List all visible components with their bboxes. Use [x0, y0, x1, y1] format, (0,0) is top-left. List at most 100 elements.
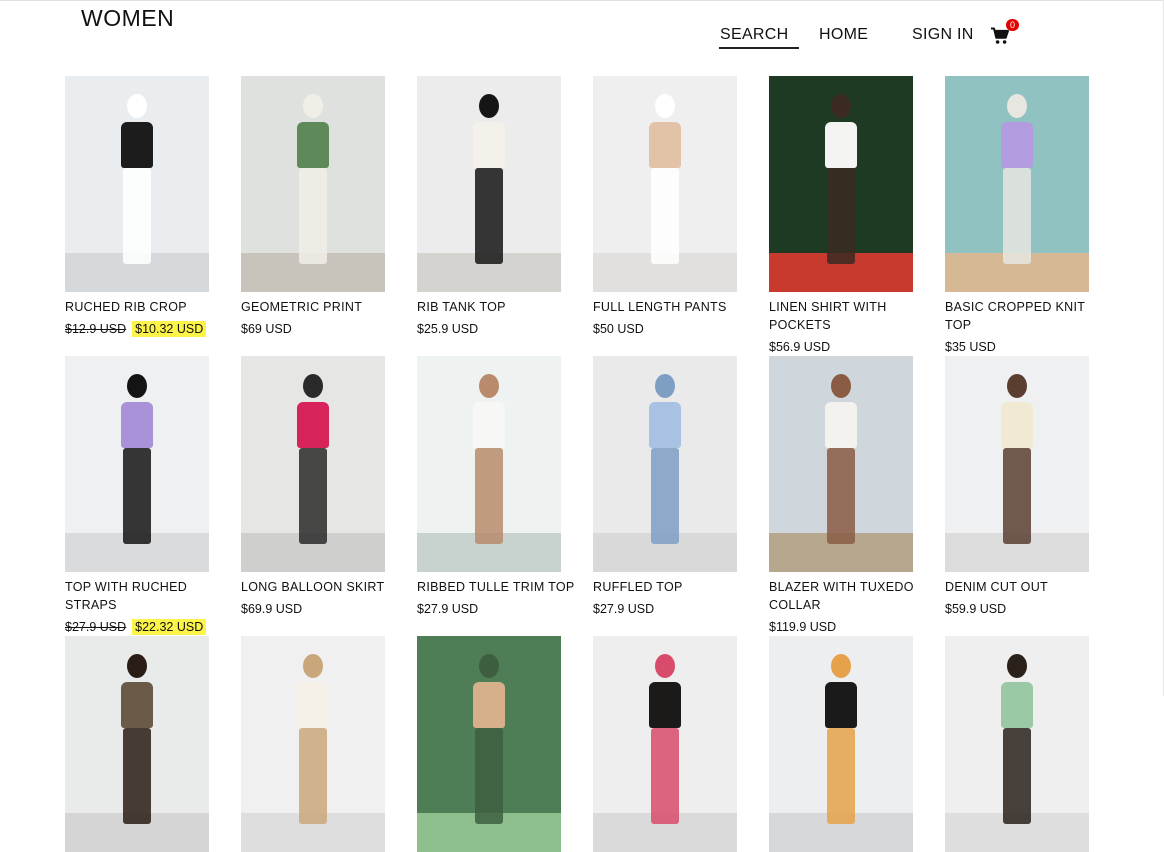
product-card[interactable]: RIB TANK TOP $25.9 USD — [417, 76, 587, 338]
model-head — [831, 374, 851, 398]
product-name[interactable]: RUFFLED TOP — [593, 578, 753, 596]
product-image[interactable] — [769, 636, 913, 852]
search-underline — [719, 47, 799, 49]
model-bottom — [827, 168, 855, 264]
product-card[interactable] — [417, 636, 587, 852]
product-card[interactable]: RUCHED RIB CROP $12.9 USD $10.32 USD — [65, 76, 235, 338]
product-price: $27.9 USD — [593, 602, 655, 616]
model-head — [479, 94, 499, 118]
model-head — [831, 654, 851, 678]
product-card[interactable]: RIBBED TULLE TRIM TOP $27.9 USD — [417, 356, 587, 618]
product-image[interactable] — [593, 76, 737, 292]
cart-count-badge: 0 — [1006, 19, 1019, 31]
product-image[interactable] — [945, 76, 1089, 292]
product-price-row: $25.9 USD — [417, 320, 587, 338]
brand-title[interactable]: WOMEN — [81, 5, 174, 32]
sale-price: $22.32 USD — [132, 619, 207, 635]
product-price: $35 USD — [945, 340, 996, 354]
model-bottom — [475, 448, 503, 544]
product-price: $50 USD — [593, 322, 644, 336]
model-bottom — [123, 168, 151, 264]
model-bottom — [651, 448, 679, 544]
product-card[interactable] — [945, 636, 1115, 852]
model-head — [303, 654, 323, 678]
nav-sign-in-link[interactable]: SIGN IN — [912, 26, 974, 44]
model-bottom — [299, 728, 327, 824]
product-name[interactable]: LONG BALLOON SKIRT — [241, 578, 401, 596]
model-top — [825, 122, 857, 168]
model-bottom — [651, 168, 679, 264]
product-card[interactable] — [241, 636, 411, 852]
product-image[interactable] — [417, 636, 561, 852]
model-top — [121, 682, 153, 728]
product-image[interactable] — [593, 356, 737, 572]
product-name[interactable]: GEOMETRIC PRINT — [241, 298, 401, 316]
model-top — [1001, 682, 1033, 728]
product-price: $27.9 USD — [417, 602, 479, 616]
product-price-row: $59.9 USD — [945, 600, 1115, 618]
nav-search-link[interactable]: SEARCH — [720, 26, 788, 44]
model-bottom — [475, 168, 503, 264]
product-image[interactable] — [417, 76, 561, 292]
product-name[interactable]: LINEN SHIRT WITH POCKETS — [769, 298, 929, 334]
product-name[interactable]: BLAZER WITH TUXEDO COLLAR — [769, 578, 929, 614]
product-image[interactable] — [65, 356, 209, 572]
model-bottom — [827, 728, 855, 824]
product-card[interactable] — [65, 636, 235, 852]
cart-icon — [991, 27, 1009, 44]
product-name[interactable]: RIB TANK TOP — [417, 298, 577, 316]
product-card[interactable]: FULL LENGTH PANTS $50 USD — [593, 76, 763, 338]
product-image[interactable] — [241, 356, 385, 572]
product-image[interactable] — [769, 356, 913, 572]
product-image[interactable] — [65, 76, 209, 292]
product-card[interactable] — [769, 636, 939, 852]
product-card[interactable]: RUFFLED TOP $27.9 USD — [593, 356, 763, 618]
product-image[interactable] — [593, 636, 737, 852]
model-head — [303, 374, 323, 398]
product-card[interactable]: GEOMETRIC PRINT $69 USD — [241, 76, 411, 338]
model-head — [831, 94, 851, 118]
product-card[interactable]: BASIC CROPPED KNIT TOP $35 USD — [945, 76, 1115, 356]
model-top — [649, 682, 681, 728]
product-image[interactable] — [945, 356, 1089, 572]
product-price: $25.9 USD — [417, 322, 479, 336]
model-top — [825, 402, 857, 448]
model-head — [1007, 94, 1027, 118]
product-price-row: $35 USD — [945, 338, 1115, 356]
product-card[interactable]: LONG BALLOON SKIRT $69.9 USD — [241, 356, 411, 618]
product-price: $119.9 USD — [769, 620, 837, 634]
model-bottom — [827, 448, 855, 544]
product-name[interactable]: DENIM CUT OUT — [945, 578, 1105, 596]
product-card[interactable]: DENIM CUT OUT $59.9 USD — [945, 356, 1115, 618]
product-card[interactable] — [593, 636, 763, 852]
product-name[interactable]: BASIC CROPPED KNIT TOP — [945, 298, 1105, 334]
nav-home-link[interactable]: HOME — [819, 26, 868, 44]
product-name[interactable]: FULL LENGTH PANTS — [593, 298, 753, 316]
product-price-row: $27.9 USD $22.32 USD — [65, 618, 235, 636]
product-price-row: $50 USD — [593, 320, 763, 338]
product-image[interactable] — [65, 636, 209, 852]
product-image[interactable] — [241, 76, 385, 292]
model-head — [127, 374, 147, 398]
product-card[interactable]: TOP WITH RUCHED STRAPS $27.9 USD $22.32 US… — [65, 356, 235, 636]
top-border — [0, 0, 1164, 1]
product-image[interactable] — [945, 636, 1089, 852]
model-top — [1001, 402, 1033, 448]
product-card[interactable]: BLAZER WITH TUXEDO COLLAR $119.9 USD — [769, 356, 939, 636]
model-top — [649, 402, 681, 448]
model-top — [649, 122, 681, 168]
product-name[interactable]: RUCHED RIB CROP — [65, 298, 225, 316]
model-bottom — [299, 168, 327, 264]
product-price: $59.9 USD — [945, 602, 1007, 616]
product-name[interactable]: RIBBED TULLE TRIM TOP — [417, 578, 577, 596]
product-image[interactable] — [241, 636, 385, 852]
product-card[interactable]: LINEN SHIRT WITH POCKETS $56.9 USD — [769, 76, 939, 356]
product-name[interactable]: TOP WITH RUCHED STRAPS — [65, 578, 225, 614]
product-price: $69 USD — [241, 322, 292, 336]
product-image[interactable] — [417, 356, 561, 572]
product-image[interactable] — [769, 76, 913, 292]
model-top — [297, 122, 329, 168]
model-head — [655, 374, 675, 398]
model-top — [121, 122, 153, 168]
cart-button[interactable]: 0 — [990, 19, 1019, 47]
